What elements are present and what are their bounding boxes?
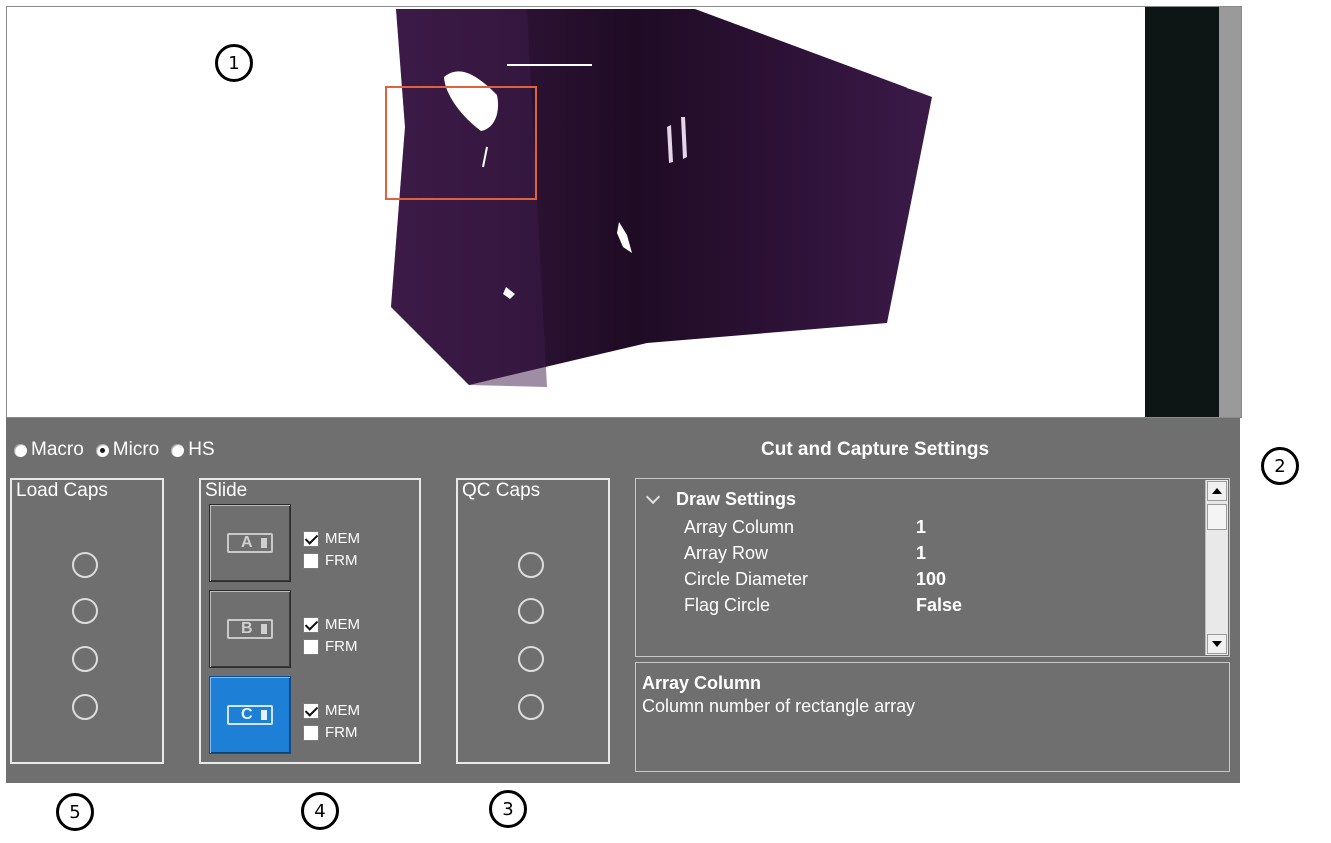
control-panel: Macro Micro HS Cut and Capture Settings … <box>6 418 1240 783</box>
radio-dot-icon <box>171 443 185 457</box>
property-description: Array Column Column number of rectangle … <box>635 662 1230 772</box>
property-row[interactable]: Array Column 1 <box>684 517 1184 541</box>
slide-c-frm-checkbox[interactable]: FRM <box>303 724 358 741</box>
category-label: Draw Settings <box>676 489 797 509</box>
group-title: Load Caps <box>16 480 108 501</box>
checkbox-icon <box>303 552 319 569</box>
qc-cap-slot-4[interactable] <box>518 694 544 720</box>
property-row[interactable]: Circle Diameter 100 <box>684 569 1184 593</box>
slide-edge-dark <box>1145 7 1219 417</box>
callout-2: 2 <box>1261 447 1299 485</box>
qc-cap-slot-2[interactable] <box>518 598 544 624</box>
slide-letter: C <box>241 706 253 723</box>
property-name: Flag Circle <box>684 595 771 615</box>
slide-icon: C <box>227 705 273 725</box>
slide-b-mem-checkbox[interactable]: MEM <box>303 616 360 633</box>
description-text: Column number of rectangle array <box>642 696 916 716</box>
property-value[interactable]: 1 <box>916 517 926 538</box>
property-value[interactable]: 1 <box>916 543 926 564</box>
slide-icon: A <box>227 533 273 553</box>
property-value[interactable]: False <box>916 595 962 616</box>
radio-dot-icon <box>95 443 109 457</box>
mode-label: HS <box>188 439 215 460</box>
qc-cap-slot-1[interactable] <box>518 552 544 578</box>
qc-caps-group: QC Caps <box>456 478 610 764</box>
arrow-up-icon <box>1212 488 1222 494</box>
checkbox-label: FRM <box>325 724 358 741</box>
slide-b-frm-checkbox[interactable]: FRM <box>303 638 358 655</box>
checkbox-icon <box>303 638 319 655</box>
load-cap-slot-3[interactable] <box>72 646 98 672</box>
callout-4: 4 <box>301 792 339 830</box>
checkbox-icon <box>303 702 319 719</box>
checkbox-label: MEM <box>325 616 360 633</box>
qc-cap-slot-3[interactable] <box>518 646 544 672</box>
callout-5: 5 <box>56 793 94 831</box>
chevron-down-icon[interactable] <box>645 489 661 504</box>
checkbox-icon <box>303 724 319 741</box>
scroll-down-button[interactable] <box>1207 634 1227 654</box>
mode-radio-hs[interactable]: HS <box>171 439 215 461</box>
slide-a-button[interactable]: A <box>209 504 291 582</box>
arrow-down-icon <box>1212 641 1222 647</box>
slide-c-button[interactable]: C <box>209 676 291 754</box>
settings-title: Cut and Capture Settings <box>761 439 990 460</box>
load-caps-group: Load Caps <box>10 478 164 764</box>
checkbox-icon <box>303 616 319 633</box>
group-title: QC Caps <box>462 480 541 501</box>
checkbox-label: MEM <box>325 702 360 719</box>
property-row[interactable]: Array Row 1 <box>684 543 1184 567</box>
checkbox-label: FRM <box>325 552 358 569</box>
slide-c-mem-checkbox[interactable]: MEM <box>303 702 360 719</box>
slide-group: Slide A MEM FRM B MEM FRM C MEM FRM <box>199 478 421 764</box>
slide-edge-gray <box>1219 7 1241 417</box>
slide-a-frm-checkbox[interactable]: FRM <box>303 552 358 569</box>
property-name: Circle Diameter <box>684 569 809 589</box>
scroll-thumb[interactable] <box>1207 504 1227 530</box>
property-row[interactable]: Flag Circle False <box>684 595 1184 619</box>
description-title: Array Column <box>642 673 762 693</box>
property-grid-scrollbar[interactable] <box>1205 480 1228 655</box>
callout-1: 1 <box>215 44 253 82</box>
load-cap-slot-2[interactable] <box>72 598 98 624</box>
mode-radio-micro[interactable]: Micro <box>95 439 160 461</box>
mode-selector: Macro Micro HS <box>14 438 227 462</box>
radio-dot-icon <box>14 443 27 457</box>
load-cap-slot-4[interactable] <box>72 694 98 720</box>
property-value[interactable]: 100 <box>916 569 946 590</box>
property-name: Array Column <box>684 517 795 537</box>
load-cap-slot-1[interactable] <box>72 552 98 578</box>
scroll-up-button[interactable] <box>1207 481 1227 501</box>
slide-letter: B <box>241 620 253 637</box>
slide-letter: A <box>241 534 253 551</box>
mode-label: Macro <box>31 439 84 460</box>
callout-3: 3 <box>489 790 527 828</box>
tissue-image <box>385 9 933 387</box>
slide-a-mem-checkbox[interactable]: MEM <box>303 530 360 547</box>
category-draw-settings[interactable]: Draw Settings <box>645 489 797 510</box>
mode-radio-macro[interactable]: Macro <box>14 439 84 461</box>
slide-image-viewer[interactable] <box>6 6 1242 418</box>
checkbox-label: MEM <box>325 530 360 547</box>
property-name: Array Row <box>684 543 769 563</box>
group-title: Slide <box>205 480 248 501</box>
slide-b-button[interactable]: B <box>209 590 291 668</box>
checkbox-icon <box>303 530 319 547</box>
mode-label: Micro <box>112 439 160 460</box>
slide-icon: B <box>227 619 273 639</box>
checkbox-label: FRM <box>325 638 358 655</box>
property-grid[interactable]: Draw Settings Array Column 1 Array Row 1… <box>635 478 1230 657</box>
